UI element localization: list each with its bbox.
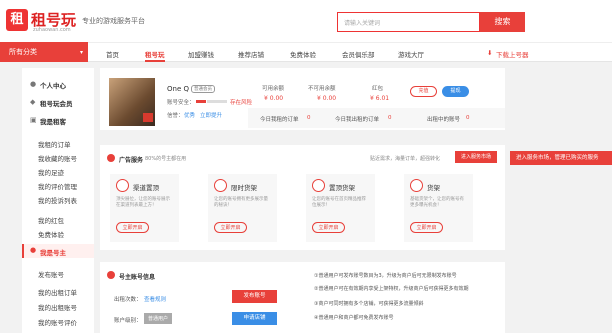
- stat-renting-accounts: 出租中的账号: [427, 117, 461, 123]
- stat-lend-today: 今日我出租的订单: [335, 117, 380, 123]
- sidebar-head-renter: 我是租客: [40, 118, 66, 126]
- feature-open-button[interactable]: 立即开启: [116, 222, 149, 233]
- note-2: ②普通用户可在有效期内享受上架特权，升级商户后可获得更多有效期: [314, 286, 469, 292]
- feature-desc: 顶尖展位，让您的账号展示在渠道列表最上方！: [116, 197, 170, 208]
- stat-rent-today: 今日我租的订单: [260, 117, 299, 123]
- feature-title: 货架: [427, 184, 440, 192]
- feature-open-button[interactable]: 立即开启: [410, 222, 443, 233]
- channel-top-icon: [116, 179, 129, 192]
- feature-card-channel-top: 渠道置顶 顶尖展位，让您的账号展示在渠道列表最上方！ 立即开启: [110, 174, 179, 242]
- sidebar-item-member[interactable]: 租号玩会员: [40, 98, 73, 108]
- enter-market-button[interactable]: 进入服务市场: [455, 151, 497, 163]
- account-info-title: 号主账号信息: [119, 274, 156, 281]
- brand-domain: zuhaowan.com: [33, 27, 71, 33]
- username: One Q: [167, 85, 189, 93]
- stat-rent-today-value: 0: [307, 115, 311, 121]
- security-label: 账号安全：: [167, 100, 195, 106]
- red-packet-value: ¥ 6.01: [370, 95, 390, 102]
- feature-desc: 基础货架个，让您的账号有更多曝光机会！: [410, 197, 464, 208]
- account-info-icon: [107, 271, 115, 279]
- upgrade-link[interactable]: 立即提升: [200, 111, 222, 119]
- search-button[interactable]: 搜索: [480, 12, 525, 32]
- nav-item-zuhaowan[interactable]: 租号玩: [145, 49, 165, 59]
- feature-desc: 让您的账号拥有更多展示量的秘诀！: [214, 197, 268, 208]
- category-menu[interactable]: 所有分类: [0, 42, 88, 62]
- nav-item-club[interactable]: 会员俱乐部: [342, 49, 375, 59]
- balance-frozen-value: ¥ 0.00: [317, 95, 337, 102]
- security-bar: [196, 100, 206, 103]
- sidebar-item-free-trial[interactable]: 免费体验: [38, 229, 64, 239]
- ad-right-text: 贴近需求，海量订单，超强转化: [370, 156, 441, 162]
- account-level-label: 账户级别：: [114, 318, 142, 324]
- apply-shop-button[interactable]: 申请店铺: [232, 312, 277, 325]
- nav-item-free[interactable]: 免费体验: [290, 49, 316, 59]
- sidebar-item-rent-orders[interactable]: 我的出租订单: [38, 287, 77, 297]
- feature-open-button[interactable]: 立即开启: [214, 222, 247, 233]
- ad-title: 广告服务: [119, 157, 144, 164]
- feature-card-top-shelf: 置顶货架 让您的账号在首页精品推荐位展示！ 立即开启: [306, 174, 375, 242]
- active-nav-indicator: [145, 60, 165, 62]
- account-level-value: 普通用户: [144, 313, 173, 324]
- feature-card-limited-shelf: 限时货架 让您的账号拥有更多展示量的秘诀！ 立即开启: [208, 174, 277, 242]
- slogan: 专业的游戏服务平台: [82, 17, 145, 25]
- withdraw-button[interactable]: 提现: [442, 86, 469, 97]
- limited-shelf-icon: [214, 179, 227, 192]
- sidebar-item-favorites[interactable]: 我收藏的账号: [38, 153, 77, 163]
- user-icon: ●: [30, 80, 37, 88]
- sidebar-item-red-packets[interactable]: 我的红包: [38, 215, 64, 225]
- balance-available-value: ¥ 0.00: [264, 95, 284, 102]
- feature-title: 限时货架: [231, 184, 257, 192]
- publish-count-label: 出租次数：: [114, 297, 142, 303]
- search-input[interactable]: 请输入关键词: [337, 12, 480, 32]
- publish-account-button[interactable]: 发布账号: [232, 290, 277, 303]
- member-icon: ◆: [30, 98, 36, 106]
- member-badge: 普通会员: [191, 85, 215, 93]
- sidebar-item-reviews[interactable]: 我的评价管理: [38, 181, 77, 191]
- feature-card-shelf: 货架 基础货架个，让您的账号有更多曝光机会！ 立即开启: [404, 174, 473, 242]
- nav-item-join[interactable]: 加盟赚钱: [188, 49, 214, 59]
- red-packet-label: 红包: [372, 86, 384, 92]
- feature-title: 渠道置顶: [133, 184, 159, 192]
- download-link[interactable]: 下载上号器: [496, 49, 529, 59]
- sidebar-item-account-reviews[interactable]: 我的账号评价: [38, 317, 77, 327]
- stat-lend-today-value: 0: [388, 115, 392, 121]
- logo-icon[interactable]: 租: [6, 9, 28, 31]
- sidebar-head-owner: 我是号主: [40, 249, 66, 257]
- sidebar-item-footprints[interactable]: 我的足迹: [38, 167, 64, 177]
- sidebar-item-complaints[interactable]: 我的投诉列表: [38, 195, 77, 205]
- sidebar-item-rent-accounts[interactable]: 我的出租账号: [38, 302, 77, 312]
- risk-link[interactable]: 存在风险: [230, 98, 252, 106]
- top-shelf-icon: [312, 179, 325, 192]
- credit-label: 信誉：: [167, 113, 184, 119]
- chevron-down-icon: ▾: [80, 49, 84, 56]
- sidebar-item-my-orders[interactable]: 我租的订单: [38, 139, 71, 149]
- ad-subtitle: 80%的号主都在用: [145, 156, 187, 162]
- sidebar-item-publish[interactable]: 发布账号: [38, 269, 64, 279]
- owner-icon: ●: [30, 246, 37, 254]
- note-1: ①普通用户可发布账号数目为3，升级为商户后可无限制发布账号: [314, 273, 457, 279]
- nav-item-shops[interactable]: 推荐店铺: [238, 49, 264, 59]
- security-bar-empty: [207, 100, 227, 103]
- flag-icon: [143, 113, 153, 122]
- balance-frozen-label: 不可用余额: [308, 86, 336, 92]
- market-tip: 进入服务市场，管理已购买的服务: [510, 151, 612, 165]
- sidebar-item-personal[interactable]: 个人中心: [40, 80, 66, 90]
- credit-value: 优秀: [184, 113, 196, 119]
- stat-renting-accounts-value: 0: [466, 115, 470, 121]
- shelf-icon: [410, 179, 423, 192]
- balance-available-label: 可用余额: [262, 86, 285, 92]
- rules-link[interactable]: 查看规则: [144, 295, 166, 303]
- download-icon: ⬇: [487, 49, 493, 57]
- recharge-button[interactable]: 充值: [410, 86, 437, 97]
- nav-item-home[interactable]: 首页: [106, 49, 119, 59]
- note-4: ④普通用户和商户都可免费发布账号: [314, 315, 394, 321]
- note-3: ③商户可同时拥有多个店铺，可获得更多流量倾斜: [314, 301, 424, 307]
- feature-open-button[interactable]: 立即开启: [312, 222, 345, 233]
- nav-item-hall[interactable]: 游戏大厅: [398, 49, 424, 59]
- feature-desc: 让您的账号在首页精品推荐位展示！: [312, 197, 366, 208]
- renter-icon: ▣: [30, 116, 37, 124]
- ad-icon: [107, 154, 115, 162]
- feature-title: 置顶货架: [329, 184, 355, 192]
